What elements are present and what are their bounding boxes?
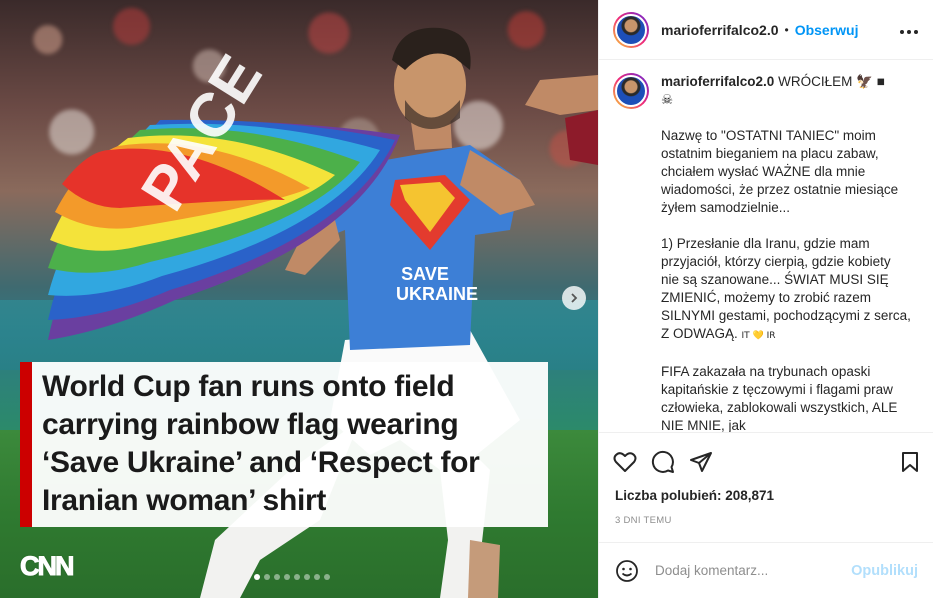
- carousel-dot: [264, 574, 270, 580]
- share-icon[interactable]: [689, 451, 713, 473]
- cnn-logo: CNN: [20, 551, 75, 582]
- caption-title-emojis: 🦅 ■: [856, 74, 885, 89]
- next-image-button[interactable]: [562, 286, 586, 310]
- like-icon[interactable]: [613, 451, 637, 473]
- headline-text: World Cup fan runs onto field carrying r…: [42, 370, 480, 517]
- header-separator: •: [784, 22, 789, 37]
- more-options-icon[interactable]: [899, 19, 919, 40]
- comment-icon[interactable]: [651, 450, 675, 474]
- follow-button[interactable]: Obserwuj: [795, 22, 859, 38]
- post-side-panel: marioferrifalco2.0 • Obserwuj marioferri…: [598, 0, 933, 598]
- publish-button[interactable]: Opublikuj: [851, 563, 918, 579]
- likes-count[interactable]: Liczba polubień: 208,871: [615, 488, 774, 503]
- shirt-text-ukraine: UKRAINE: [396, 284, 478, 304]
- caption-line2: ☠: [661, 92, 674, 107]
- avatar-image: [615, 75, 647, 107]
- shirt-text-save: SAVE: [401, 264, 449, 284]
- caption-avatar[interactable]: [613, 73, 649, 109]
- action-bar: [599, 432, 933, 490]
- carousel-indicator: [254, 574, 330, 580]
- caption-flags: IT 💛 IR: [741, 331, 776, 341]
- caption-text: marioferrifalco2.0 WRÓCIŁEM 🦅 ■ ☠ Nazwę …: [661, 73, 911, 432]
- comment-input[interactable]: [655, 563, 825, 578]
- rainbow-flag: PACE: [48, 44, 400, 340]
- post-image[interactable]: SAVE UKRAINE PACE World Cup fan runs ont…: [0, 0, 598, 598]
- caption-paragraph-1: Nazwę to "OSTATNI TANIEC" moim ostatnim …: [661, 128, 899, 215]
- caption-paragraph-2-text: 1) Przesłanie dla Iranu, gdzie mam przyj…: [661, 236, 911, 341]
- carousel-dot: [274, 574, 280, 580]
- caption-area: marioferrifalco2.0 WRÓCIŁEM 🦅 ■ ☠ Nazwę …: [599, 61, 933, 432]
- post-timestamp[interactable]: 3 DNI TEMU: [615, 515, 672, 526]
- caption-title: WRÓCIŁEM: [778, 74, 853, 89]
- caption-paragraph-3: FIFA zakazała na trybunach opaski kapita…: [661, 364, 898, 432]
- avatar[interactable]: [613, 11, 649, 48]
- carousel-dot: [304, 574, 310, 580]
- header-username[interactable]: marioferrifalco2.0: [661, 22, 779, 38]
- caption-row: marioferrifalco2.0 WRÓCIŁEM 🦅 ■ ☠ Nazwę …: [613, 73, 920, 432]
- emoji-icon[interactable]: [615, 559, 639, 583]
- post-header: marioferrifalco2.0 • Obserwuj: [599, 0, 933, 60]
- bookmark-icon[interactable]: [900, 451, 920, 473]
- carousel-dot: [324, 574, 330, 580]
- carousel-dot: [294, 574, 300, 580]
- headline-box: World Cup fan runs onto field carrying r…: [20, 362, 548, 527]
- comment-bar: Opublikuj: [599, 542, 933, 598]
- carousel-dot: [314, 574, 320, 580]
- chevron-right-icon: [571, 293, 578, 303]
- caption-paragraph-2: 1) Przesłanie dla Iranu, gdzie mam przyj…: [661, 235, 911, 345]
- carousel-dot: [254, 574, 260, 580]
- carousel-dot: [284, 574, 290, 580]
- caption-username[interactable]: marioferrifalco2.0: [661, 74, 774, 89]
- avatar-image: [615, 13, 647, 46]
